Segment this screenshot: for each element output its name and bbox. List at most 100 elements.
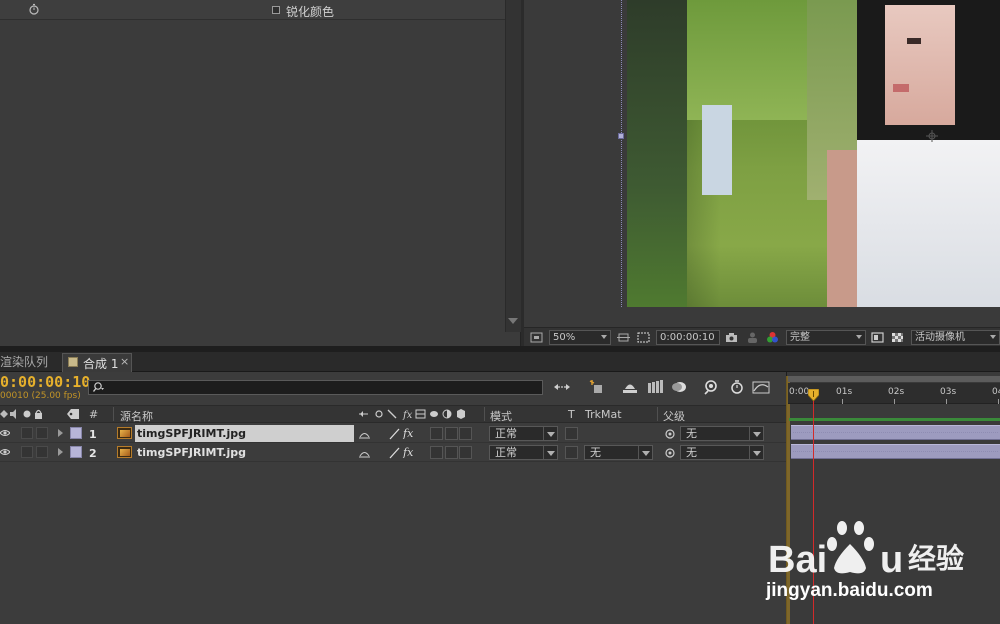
layer-2-visibility-eye-icon[interactable] — [0, 447, 10, 457]
layer-2-shy-switch-icon[interactable] — [358, 447, 371, 459]
zoom-value: 50% — [553, 332, 576, 343]
fast-preview-icon[interactable] — [871, 331, 884, 344]
camera-dropdown[interactable]: 活动摄像机 — [911, 330, 1000, 345]
layer-1-visibility-eye-icon[interactable] — [0, 428, 10, 438]
tab-composition-label: 合成 1 — [83, 357, 119, 371]
effect-property-row — [0, 0, 505, 20]
effect-controls-panel — [0, 0, 521, 346]
layer-1-mode-value: 正常 — [495, 427, 517, 440]
auto-keyframe-stopwatch-icon[interactable] — [728, 379, 746, 395]
layer-2-bar-texture — [793, 451, 998, 452]
ruler-label: 01s — [836, 387, 853, 397]
snapshot-camera-icon[interactable] — [725, 331, 738, 344]
current-time-field[interactable]: 0:00:00:10 — [656, 330, 720, 345]
layer-2-3d-switch[interactable] — [459, 446, 472, 459]
col-t: T — [568, 408, 575, 421]
timeline-current-time[interactable]: 0:00:00:10 — [0, 373, 90, 391]
layer-2-effects-switch-icon[interactable]: fx — [402, 446, 415, 458]
show-snapshot-icon[interactable] — [746, 331, 759, 344]
col-source-name[interactable]: 源名称 — [120, 408, 153, 424]
canvas-arm — [827, 150, 857, 307]
search-icon[interactable] — [92, 381, 104, 393]
anchor-point-icon[interactable] — [926, 130, 938, 142]
work-area-bar[interactable] — [788, 376, 1000, 382]
comp-mini-flowchart-icon[interactable] — [553, 379, 571, 395]
playhead-handle-icon[interactable] — [808, 389, 819, 401]
resolution-dropdown[interactable]: 完整 — [786, 330, 866, 345]
tab-render-queue[interactable]: 渲染队列 — [0, 352, 48, 372]
layer-2-trkmat-dropdown[interactable]: 无 — [584, 445, 653, 460]
col-separator — [657, 407, 658, 421]
baidu-jingyan-logo-icon: Bai u 经验 — [768, 521, 964, 581]
layer-2-frame-blend-switch[interactable] — [430, 446, 443, 459]
layer-2-parent-pickwhip-icon[interactable] — [664, 447, 677, 459]
layer-2-mode-value: 正常 — [495, 446, 517, 459]
sharpen-color-checkbox[interactable] — [272, 6, 280, 14]
layer-2-trkmat-value: 无 — [590, 446, 601, 459]
tab-close-icon[interactable]: × — [120, 355, 129, 368]
shy-layers-icon[interactable] — [621, 379, 639, 395]
svg-text:Bai: Bai — [768, 539, 827, 581]
layer-1-parent-dropdown[interactable]: 无 — [680, 426, 764, 441]
layer-2-audio-toggle[interactable] — [21, 446, 33, 458]
effect-panel-scrollbar[interactable] — [505, 0, 521, 332]
layer-1-mode-dropdown[interactable]: 正常 — [489, 426, 558, 441]
layer-2-preserve-transparency[interactable] — [565, 446, 578, 459]
ruler-tick — [998, 399, 999, 404]
color-channels-icon[interactable] — [766, 331, 779, 344]
layer-1-audio-toggle[interactable] — [21, 427, 33, 439]
col-mode: 模式 — [490, 410, 512, 423]
canvas-shirt — [857, 140, 1000, 307]
layer-1-name[interactable]: timgSPFJRIMT.jpg — [135, 425, 354, 442]
scroll-down-arrow-icon[interactable] — [508, 318, 518, 324]
layer-1-frame-blend-switch[interactable] — [430, 427, 443, 440]
ruler-tick — [894, 399, 895, 404]
layer-2-motion-blur-switch[interactable] — [445, 446, 458, 459]
transparency-grid-icon[interactable] — [637, 331, 650, 344]
zoom-dropdown[interactable]: 50% — [549, 330, 611, 345]
frame-blending-icon[interactable] — [646, 379, 664, 395]
canvas-background-figure — [702, 105, 732, 195]
region-of-interest-icon[interactable] — [617, 331, 630, 344]
layer-1-expand-chevron-icon[interactable] — [58, 429, 63, 437]
col-separator — [484, 407, 485, 421]
layer-2-image-icon — [117, 446, 132, 458]
layer-1-parent-pickwhip-icon[interactable] — [664, 428, 677, 440]
resolution-value: 完整 — [790, 332, 810, 343]
layer-1-shy-switch-icon[interactable] — [358, 428, 371, 440]
viewer-toolbar: 50% 0:00:00:10 完整 活动摄像机 — [524, 327, 1000, 346]
composition-icon — [68, 357, 78, 367]
layer-2-label-color[interactable] — [70, 446, 82, 458]
layer-2-number: 2 — [89, 447, 97, 460]
layer-2-quality-switch-icon[interactable] — [388, 447, 401, 459]
svg-text:经验: 经验 — [908, 542, 964, 575]
layer-1-motion-blur-switch[interactable] — [445, 427, 458, 440]
motion-blur-icon[interactable] — [670, 379, 688, 395]
layer-1-label-color[interactable] — [70, 427, 82, 439]
layer-1-quality-switch-icon[interactable] — [388, 428, 401, 440]
composition-canvas[interactable] — [627, 0, 1000, 307]
layer-search-input[interactable] — [88, 380, 543, 395]
toggle-transparency-grid-icon[interactable] — [891, 331, 904, 344]
render-status-bar — [789, 418, 1000, 421]
brainstorm-icon[interactable] — [702, 379, 720, 395]
layer-2-name[interactable]: timgSPFJRIMT.jpg — [135, 444, 354, 461]
layer-bounds-handle[interactable] — [618, 133, 624, 139]
timeline-tab-bar — [0, 352, 1000, 372]
layer-1-effects-switch-icon[interactable]: fx — [402, 427, 415, 439]
canvas-tree-left — [627, 0, 687, 307]
layer-2-solo-toggle[interactable] — [36, 446, 48, 458]
stopwatch-icon[interactable] — [28, 3, 40, 15]
layer-bounds-line — [621, 0, 622, 307]
graph-editor-icon[interactable] — [752, 379, 770, 395]
layer-2-parent-dropdown[interactable]: 无 — [680, 445, 764, 460]
layer-1-3d-switch[interactable] — [459, 427, 472, 440]
layer-2-mode-dropdown[interactable]: 正常 — [489, 445, 558, 460]
layer-1-parent-value: 无 — [686, 427, 697, 440]
ruler-label: 03s — [940, 387, 957, 397]
layer-1-solo-toggle[interactable] — [36, 427, 48, 439]
layer-2-expand-chevron-icon[interactable] — [58, 448, 63, 456]
layer-1-preserve-transparency[interactable] — [565, 427, 578, 440]
live-update-icon[interactable] — [588, 379, 606, 395]
magnification-icon[interactable] — [530, 331, 543, 344]
